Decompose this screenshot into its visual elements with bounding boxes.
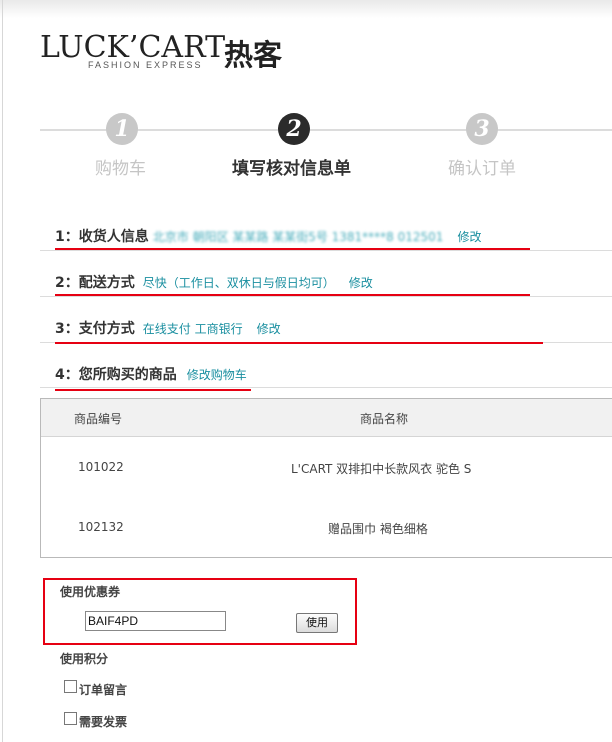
brand-logo[interactable]: LUCK’CART FASHION EXPRESS 热客	[40, 30, 282, 73]
shipping-value: 尽快（工作日、双休日与假日均可）	[142, 276, 335, 290]
divider	[40, 387, 612, 388]
coupon-label: 使用优惠券	[60, 585, 121, 599]
row-2-name[interactable]: 赠品围巾 褐色细格	[328, 520, 428, 537]
payment-edit-link[interactable]: 修改	[257, 322, 281, 336]
step-3-circle: 3	[466, 113, 498, 145]
invoice-checkbox[interactable]	[64, 712, 77, 725]
column-header-id: 商品编号	[74, 412, 123, 426]
row-1-name[interactable]: L'CART 双排扣中长款风衣 驼色 S	[291, 460, 471, 477]
left-border	[2, 0, 3, 742]
receiver-title: 1：收货人信息	[55, 229, 149, 245]
edit-cart-link[interactable]: 修改购物车	[187, 368, 247, 382]
row-2-id: 102132	[78, 520, 124, 534]
logo-chinese-name: 热客	[224, 38, 283, 72]
invoice-label[interactable]: 需要发票	[79, 713, 127, 730]
section-receiver: 1：收货人信息 北京市 朝阳区 某某路 某某街5号 1381****8 01250…	[55, 226, 481, 246]
divider	[40, 296, 612, 297]
coupon-code-input[interactable]	[85, 611, 226, 631]
products-highlight-line	[55, 389, 251, 391]
section-products: 4：您所购买的商品 修改购物车	[55, 364, 247, 384]
column-header-name: 商品名称	[360, 412, 409, 426]
products-title: 4：您所购买的商品	[55, 367, 177, 383]
step-3-label: 确认订单	[448, 159, 516, 179]
table-header: 商品编号 商品名称	[41, 399, 612, 437]
products-table: 商品编号 商品名称 101022 L'CART 双排扣中长款风衣 驼色 S 10…	[40, 398, 612, 558]
apply-coupon-button[interactable]: 使用	[296, 613, 338, 633]
receiver-edit-link[interactable]: 修改	[457, 230, 481, 244]
top-shade	[0, 0, 612, 18]
step-1-label: 购物车	[95, 159, 146, 179]
step-2-label: 填写核对信息单	[232, 159, 351, 179]
shipping-edit-link[interactable]: 修改	[349, 276, 373, 290]
receiver-address: 北京市 朝阳区 某某路 某某街5号 1381****8 012501	[152, 230, 444, 244]
points-label[interactable]: 使用积分	[60, 650, 108, 667]
step-2-circle: 2	[278, 113, 310, 145]
logo-tagline: FASHION EXPRESS	[88, 60, 203, 70]
step-1-circle: 1	[106, 113, 138, 145]
payment-title: 3：支付方式	[55, 321, 135, 337]
order-note-checkbox[interactable]	[64, 680, 77, 693]
section-shipping: 2：配送方式 尽快（工作日、双休日与假日均可） 修改	[55, 272, 373, 292]
shipping-title: 2：配送方式	[55, 275, 135, 291]
row-1-id: 101022	[78, 460, 124, 474]
section-payment: 3：支付方式 在线支付 工商银行 修改	[55, 318, 281, 338]
logo-wordmark: LUCK’CART	[40, 30, 226, 65]
payment-highlight-line	[55, 342, 543, 344]
divider	[40, 250, 612, 251]
order-note-label[interactable]: 订单留言	[79, 681, 127, 698]
payment-value: 在线支付 工商银行	[142, 322, 243, 336]
